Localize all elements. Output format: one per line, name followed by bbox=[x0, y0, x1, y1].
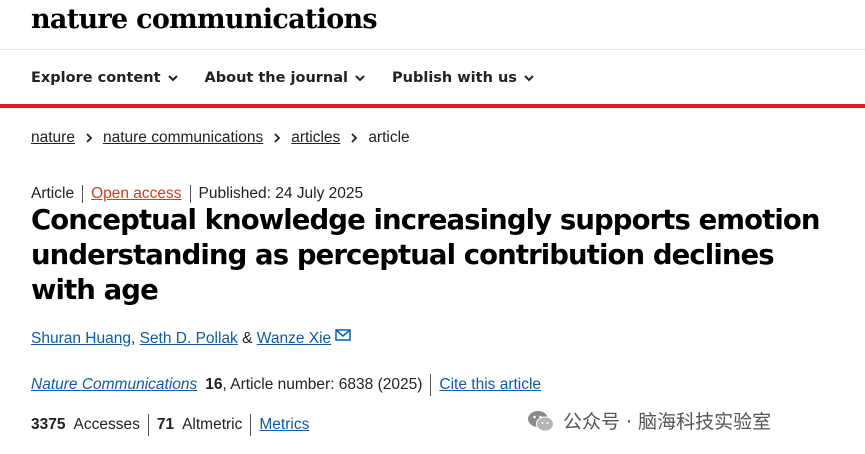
watermark-text: 公众号 · 脑海科技实验室 bbox=[563, 411, 772, 433]
divider bbox=[82, 185, 84, 203]
article-number: , Article number: 6838 (2025) bbox=[222, 376, 423, 393]
nav-about-journal[interactable]: About the journal bbox=[205, 70, 367, 86]
accesses-count: 3375 bbox=[31, 416, 66, 433]
chevron-down-icon bbox=[167, 75, 178, 82]
divider bbox=[250, 414, 252, 436]
published-date: Published: 24 July 2025 bbox=[198, 185, 364, 202]
nav-label: Publish with us bbox=[392, 70, 517, 86]
divider bbox=[189, 185, 191, 203]
divider bbox=[430, 374, 432, 396]
nav-explore-content[interactable]: Explore content bbox=[31, 70, 179, 86]
citation-line: Nature Communications 16 , Article numbe… bbox=[31, 374, 541, 396]
site-logo[interactable]: nature communications bbox=[31, 4, 378, 35]
nav-label: About the journal bbox=[204, 70, 349, 86]
nav-publish-with-us[interactable]: Publish with us bbox=[392, 70, 535, 86]
cite-this-article-link[interactable]: Cite this article bbox=[439, 376, 541, 394]
journal-link[interactable]: Nature Communications bbox=[31, 376, 197, 394]
breadcrumb-nature[interactable]: nature bbox=[31, 129, 75, 147]
open-access-link[interactable]: Open access bbox=[91, 185, 181, 203]
volume-number: 16 bbox=[205, 376, 223, 393]
chevron-right-icon bbox=[274, 133, 281, 143]
article-title: Conceptual knowledge increasingly suppor… bbox=[31, 204, 820, 306]
breadcrumb-nature-communications[interactable]: nature communications bbox=[103, 129, 263, 147]
author-link[interactable]: Seth D. Pollak bbox=[140, 330, 238, 348]
breadcrumb-current: article bbox=[368, 129, 410, 146]
wechat-icon bbox=[528, 410, 554, 431]
chevron-down-icon bbox=[524, 75, 534, 82]
watermark: 公众号 · 脑海科技实验室 bbox=[527, 407, 771, 434]
author-list: Shuran Huang, Seth D. Pollak & Wanze Xie bbox=[31, 329, 351, 348]
altmetric-count: 71 bbox=[156, 416, 175, 433]
author-separator: , bbox=[130, 330, 136, 347]
mail-icon[interactable] bbox=[335, 329, 351, 341]
nav-label: Explore content bbox=[31, 70, 161, 86]
metrics-link[interactable]: Metrics bbox=[259, 416, 309, 434]
article-type: Article bbox=[31, 185, 75, 202]
author-link[interactable]: Shuran Huang bbox=[31, 330, 131, 348]
article-meta: Article Open access Published: 24 July 2… bbox=[31, 185, 363, 203]
header-accent-bar bbox=[0, 104, 865, 108]
divider bbox=[147, 414, 149, 436]
chevron-right-icon bbox=[351, 133, 358, 143]
author-link[interactable]: Wanze Xie bbox=[257, 330, 331, 348]
chevron-right-icon bbox=[86, 133, 93, 143]
breadcrumb-articles[interactable]: articles bbox=[291, 129, 340, 147]
author-separator: & bbox=[242, 330, 253, 347]
article-metrics: 3375 Accesses 71 Altmetric Metrics bbox=[31, 414, 309, 436]
main-nav: Explore content About the journal Publis… bbox=[31, 70, 535, 86]
altmetric-label: Altmetric bbox=[182, 416, 243, 433]
chevron-down-icon bbox=[355, 75, 365, 82]
header-divider bbox=[0, 49, 865, 50]
breadcrumb: nature nature communications articles ar… bbox=[31, 129, 410, 147]
accesses-label: Accesses bbox=[73, 416, 140, 433]
